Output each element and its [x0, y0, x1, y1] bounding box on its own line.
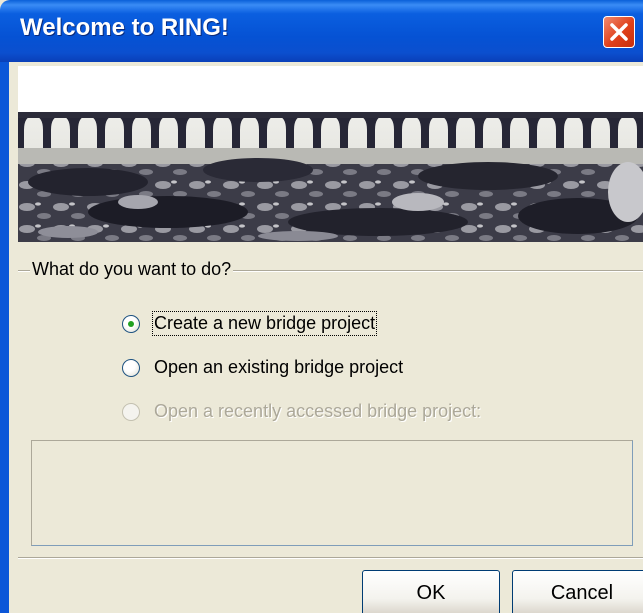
title-bar[interactable]: Welcome to RING!	[0, 0, 643, 62]
radio-open-recent-project: Open a recently accessed bridge project:	[122, 398, 532, 428]
window-frame-left	[0, 62, 9, 613]
cancel-button[interactable]: Cancel	[512, 570, 643, 613]
radio-selected-dot	[128, 321, 134, 327]
radio-button[interactable]	[122, 315, 140, 333]
ok-button[interactable]: OK	[362, 570, 500, 613]
radio-label-open-existing: Open an existing bridge project	[154, 357, 404, 377]
banner-sky	[18, 66, 643, 112]
welcome-dialog: Welcome to RING! What do you want to do?…	[0, 0, 643, 613]
radio-label-open-recent: Open a recently accessed bridge project:	[154, 401, 482, 421]
radio-label-create-new: Create a new bridge project	[151, 311, 378, 336]
recent-projects-list	[31, 440, 633, 546]
bridge-banner-image	[18, 112, 643, 242]
radio-button[interactable]	[122, 359, 140, 377]
close-button[interactable]	[603, 16, 635, 48]
group-legend: What do you want to do?	[30, 259, 234, 280]
window-title: Welcome to RING!	[20, 14, 229, 41]
radio-open-existing-project[interactable]: Open an existing bridge project	[122, 354, 437, 384]
radio-create-new-project[interactable]: Create a new bridge project	[122, 310, 412, 340]
close-icon	[610, 23, 628, 41]
radio-button-disabled	[122, 403, 140, 421]
footer-divider	[18, 557, 643, 559]
